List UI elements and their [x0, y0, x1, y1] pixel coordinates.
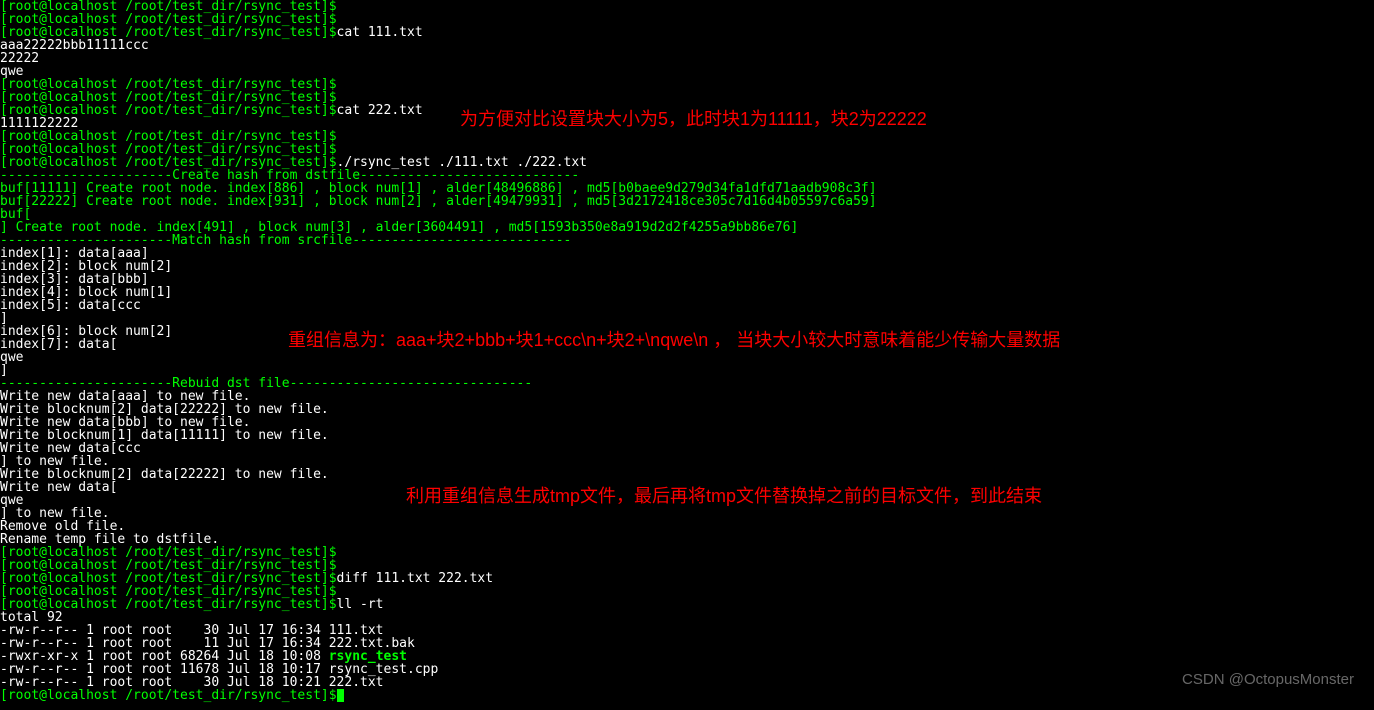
output-line: buf[22222] Create root node. index[931] …: [0, 194, 877, 209]
cmd-ll: ll -rt: [337, 597, 384, 612]
annotation-reassemble-info: 重组信息为：aaa+块2+bbb+块1+ccc\n+块2+\nqwe\n ， 当…: [288, 326, 1060, 352]
annotation-tmp-replace: 利用重组信息生成tmp文件，最后再将tmp文件替换掉之前的目标文件，到此结束: [406, 482, 1042, 508]
prompt: [root@localhost /root/test_dir/rsync_tes…: [0, 688, 337, 703]
cmd-cat-222: cat 222.txt: [337, 103, 423, 118]
annotation-block-size: 为方便对比设置块大小为5，此时块1为11111，块2为22222: [460, 105, 927, 131]
watermark: CSDN @OctopusMonster: [1182, 671, 1354, 688]
cmd-diff: diff 111.txt 222.txt: [337, 571, 494, 586]
output-line: index[5]: data[ccc: [0, 298, 141, 313]
cmd-cat-111: cat 111.txt: [337, 25, 423, 40]
cursor: [337, 689, 344, 702]
